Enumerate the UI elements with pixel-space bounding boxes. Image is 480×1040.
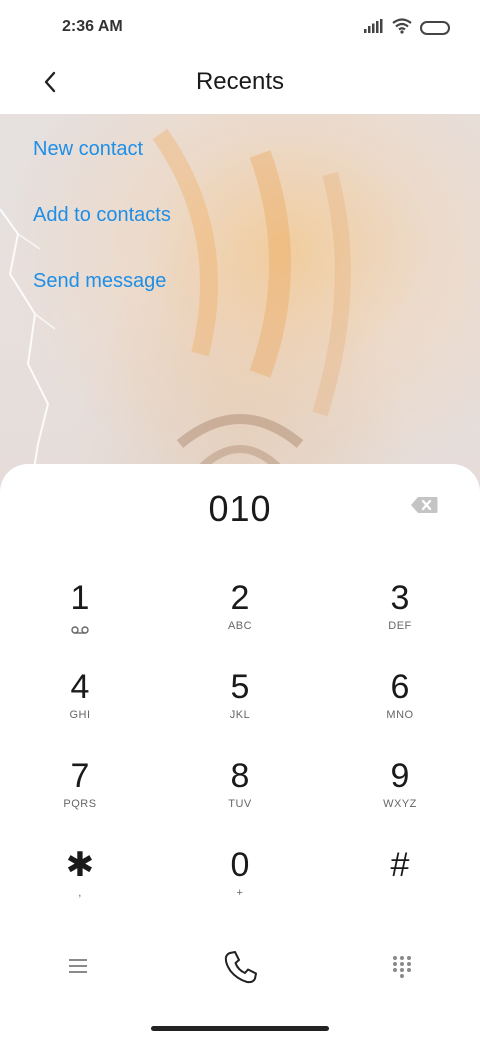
signal-icon: [364, 18, 384, 38]
key-digit: 2: [230, 579, 250, 617]
key-digit: 1: [70, 579, 90, 617]
new-contact-link[interactable]: New contact: [33, 114, 333, 180]
key-digit: 7: [70, 757, 90, 795]
key-letters: GHI: [69, 709, 91, 721]
key-letters: MNO: [386, 709, 414, 721]
add-to-contacts-link[interactable]: Add to contacts: [33, 180, 333, 246]
key-digit: 3: [390, 579, 410, 617]
key-7[interactable]: 7 PQRS: [0, 744, 160, 833]
key-6[interactable]: 6 MNO: [320, 655, 480, 744]
bottom-bar: [0, 942, 480, 994]
key-5[interactable]: 5 JKL: [160, 655, 320, 744]
backspace-button[interactable]: [410, 496, 444, 518]
key-digit: #: [390, 846, 410, 884]
key-letters: JKL: [229, 709, 251, 721]
key-letters: DEF: [388, 620, 412, 632]
key-digit: 6: [390, 668, 410, 706]
key-8[interactable]: 8 TUV: [160, 744, 320, 833]
page-title: Recents: [195, 68, 285, 95]
status-time: 2:36 AM: [62, 18, 123, 35]
key-letters: +: [236, 887, 244, 899]
key-digit: ✱: [65, 846, 95, 884]
key-digit: 9: [390, 757, 410, 795]
battery-icon: [420, 21, 450, 35]
voicemail-icon: [71, 622, 89, 640]
dialpad: 1 2 ABC 3 DEF 4 GHI 5 JKL 6 MNO 7 PQRS 8…: [0, 566, 480, 922]
key-letters: TUV: [228, 798, 252, 810]
key-letters: WXYZ: [383, 798, 417, 810]
home-indicator[interactable]: [151, 1026, 329, 1031]
status-bar: 2:36 AM: [0, 0, 480, 56]
send-message-link[interactable]: Send message: [33, 246, 333, 312]
dialpad-icon: [390, 956, 414, 982]
key-4[interactable]: 4 GHI: [0, 655, 160, 744]
key-digit: 0: [230, 846, 250, 884]
key-letters: PQRS: [63, 798, 97, 810]
status-icons: [364, 17, 450, 39]
wifi-icon: [392, 17, 412, 39]
key-1[interactable]: 1: [0, 566, 160, 655]
key-3[interactable]: 3 DEF: [320, 566, 480, 655]
menu-icon: [66, 959, 90, 982]
menu-button[interactable]: [66, 954, 90, 978]
key-star[interactable]: ✱ ,: [0, 833, 160, 922]
key-letters: ,: [78, 887, 82, 899]
key-0[interactable]: 0 +: [160, 833, 320, 922]
key-9[interactable]: 9 WXYZ: [320, 744, 480, 833]
key-digit: 8: [230, 757, 250, 795]
dialed-number[interactable]: 010: [0, 488, 480, 530]
contact-actions: New contact Add to contacts Send message: [33, 114, 333, 312]
key-digit: 4: [70, 668, 90, 706]
key-2[interactable]: 2 ABC: [160, 566, 320, 655]
header: Recents: [0, 56, 480, 114]
key-digit: 5: [230, 668, 250, 706]
keypad-toggle-button[interactable]: [390, 954, 414, 978]
call-button[interactable]: [220, 948, 260, 988]
phone-icon: [220, 951, 260, 992]
key-letters: ABC: [227, 620, 253, 632]
backspace-icon: [410, 497, 438, 518]
key-hash[interactable]: #: [320, 833, 480, 922]
